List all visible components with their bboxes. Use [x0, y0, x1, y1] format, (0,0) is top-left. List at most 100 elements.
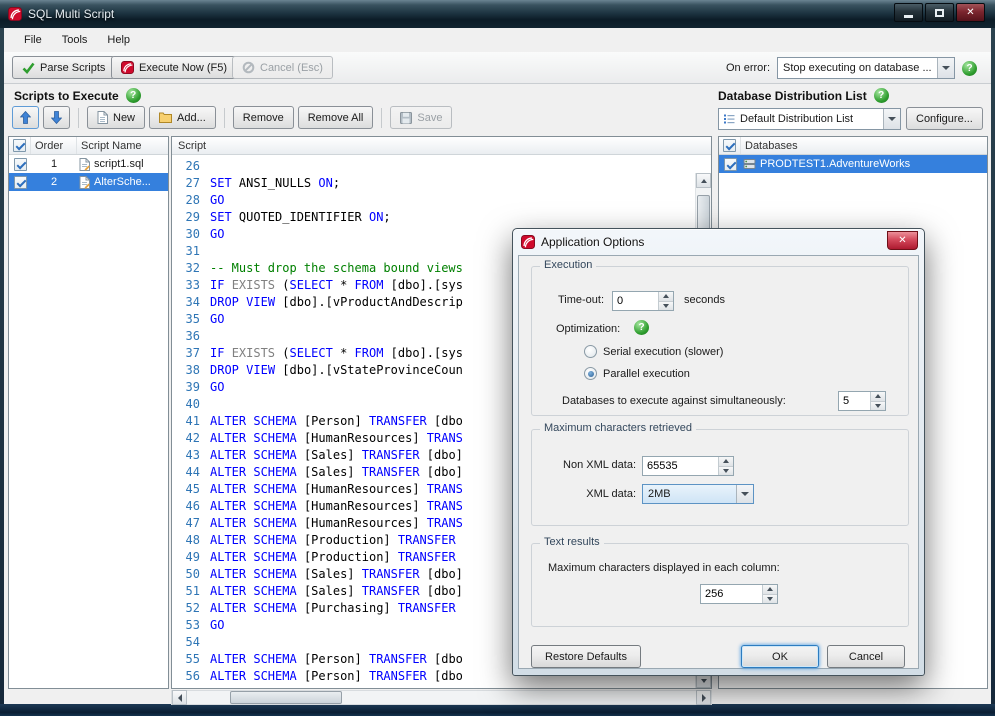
database-row[interactable]: PRODTEST1.AdventureWorks [719, 155, 987, 173]
script-icon [79, 175, 90, 189]
xml-data-label: XML data: [586, 488, 636, 500]
database-name: PRODTEST1.AdventureWorks [760, 158, 911, 170]
spin-up-button[interactable] [659, 292, 673, 301]
serial-execution-radio[interactable] [584, 345, 597, 358]
cancel-execution-label: Cancel (Esc) [260, 61, 323, 74]
simultaneous-label: Databases to execute against simultaneou… [562, 395, 786, 407]
dialog-titlebar[interactable]: Application Options ✕ [513, 229, 924, 255]
on-error-label: On error: [725, 62, 770, 74]
databases-table-header: Databases [719, 137, 987, 155]
database-checkbox[interactable] [723, 157, 737, 171]
maximize-button[interactable] [925, 3, 954, 22]
script-editor-header: Script [172, 137, 711, 155]
restore-defaults-label: Restore Defaults [545, 650, 627, 663]
execute-icon [121, 61, 134, 74]
toolbar-separator [223, 107, 225, 128]
remove-script-button[interactable]: Remove [232, 106, 294, 129]
check-all-scripts-checkbox[interactable] [13, 139, 26, 152]
distribution-list-select[interactable]: Default Distribution List [718, 108, 901, 130]
chevron-down-icon[interactable] [937, 58, 954, 78]
code-line: 27 SET ANSI_NULLS ON; [185, 176, 341, 190]
non-xml-value: 65535 [647, 460, 678, 472]
move-down-button[interactable] [43, 106, 70, 129]
max-chars-legend: Maximum characters retrieved [540, 422, 696, 434]
help-icon[interactable]: ? [125, 88, 141, 103]
main-toolbar: Parse Scripts Execute Now (F5) Cancel (E… [4, 52, 991, 84]
spin-up-button[interactable] [763, 585, 777, 594]
titlebar[interactable]: SQL Multi Script ✕ [0, 0, 995, 28]
horizontal-scroll-thumb[interactable] [230, 691, 342, 704]
spin-down-button[interactable] [871, 400, 885, 410]
timeout-unit-label: seconds [684, 294, 725, 306]
spin-down-button[interactable] [719, 465, 733, 475]
script-row[interactable]: 2 AlterSche... [9, 173, 168, 191]
spin-up-button[interactable] [871, 392, 885, 401]
non-xml-spinner[interactable]: 65535 [642, 456, 734, 476]
close-icon: ✕ [898, 235, 907, 246]
window-border-bottom [0, 704, 995, 716]
menu-tools[interactable]: Tools [52, 29, 98, 51]
spin-up-button[interactable] [719, 457, 733, 466]
ok-button[interactable]: OK [741, 645, 819, 668]
text-results-legend: Text results [540, 536, 604, 548]
code-line: 26 [185, 159, 200, 173]
column-chars-value: 256 [705, 588, 724, 600]
simultaneous-value: 5 [843, 395, 850, 407]
execution-group: Execution Time-out: 0 seconds Optimizati… [531, 259, 909, 416]
remove-all-scripts-button[interactable]: Remove All [297, 106, 374, 129]
script-checkbox[interactable] [13, 175, 27, 189]
add-script-label: Add... [177, 111, 206, 124]
cancel-button[interactable]: Cancel [827, 645, 905, 668]
parse-scripts-button[interactable]: Parse Scripts [12, 56, 116, 79]
parallel-execution-radio[interactable] [584, 367, 597, 380]
menu-help[interactable]: Help [97, 29, 140, 51]
menu-file[interactable]: File [14, 29, 52, 51]
parallel-execution-label: Parallel execution [603, 368, 690, 380]
horizontal-scrollbar[interactable] [171, 690, 712, 705]
order-column-header: Order [31, 137, 77, 154]
script-name: script1.sql [94, 158, 144, 170]
timeout-spinner[interactable]: 0 [612, 291, 674, 311]
help-icon[interactable]: ? [962, 60, 977, 76]
help-icon[interactable]: ? [873, 88, 889, 103]
on-error-select[interactable]: Stop executing on database ... [777, 57, 955, 79]
new-script-button[interactable]: New [87, 106, 146, 129]
parse-scripts-label: Parse Scripts [40, 61, 106, 74]
new-script-label: New [113, 111, 136, 124]
serial-execution-label: Serial execution (slower) [603, 346, 724, 358]
help-icon[interactable]: ? [634, 320, 649, 335]
spin-down-button[interactable] [659, 300, 673, 310]
script-name-column-header: Script Name [81, 139, 142, 152]
script-order: 1 [50, 158, 58, 170]
scroll-up-button[interactable] [696, 173, 711, 188]
column-chars-label: Maximum characters displayed in each col… [548, 562, 780, 574]
script-checkbox[interactable] [13, 157, 27, 171]
xml-data-select[interactable]: 2MB [642, 484, 754, 504]
restore-defaults-button[interactable]: Restore Defaults [531, 645, 641, 668]
new-icon [97, 111, 108, 124]
execute-now-button[interactable]: Execute Now (F5) [111, 56, 238, 79]
scripts-section-title: Scripts to Execute [14, 88, 119, 103]
script-row[interactable]: 1 script1.sql [9, 155, 168, 173]
list-icon [723, 113, 735, 125]
remove-script-label: Remove [242, 111, 284, 124]
window-border-right [991, 0, 995, 716]
minimize-button[interactable] [894, 3, 923, 22]
close-button[interactable]: ✕ [956, 3, 985, 22]
check-all-databases-checkbox[interactable] [723, 139, 736, 152]
configure-button[interactable]: Configure... [906, 107, 983, 130]
databases-column-header: Databases [745, 139, 798, 152]
scripts-toolbar: New Add... Remove Remove All Save [12, 106, 453, 129]
scroll-right-button[interactable] [696, 690, 711, 705]
dialog-close-button[interactable]: ✕ [887, 231, 918, 250]
chevron-down-icon[interactable] [736, 485, 753, 503]
move-up-button[interactable] [12, 106, 39, 129]
save-script-button: Save [390, 106, 453, 129]
add-script-button[interactable]: Add... [149, 106, 216, 129]
scripts-section-header: Scripts to Execute ? [14, 88, 141, 103]
simultaneous-spinner[interactable]: 5 [838, 391, 886, 411]
scroll-left-button[interactable] [172, 690, 187, 705]
column-chars-spinner[interactable]: 256 [700, 584, 778, 604]
chevron-down-icon[interactable] [883, 109, 900, 129]
spin-down-button[interactable] [763, 593, 777, 603]
